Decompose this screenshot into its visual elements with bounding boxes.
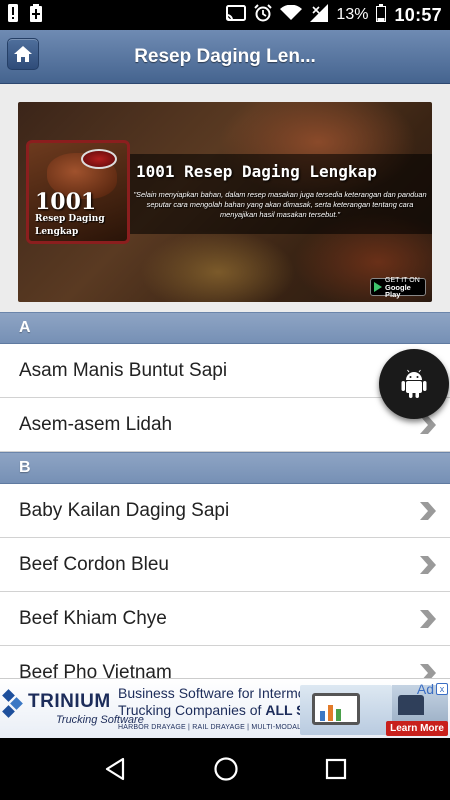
chevron-right-icon: [420, 664, 436, 678]
list-item-label: Asam Manis Buntut Sapi: [19, 359, 228, 381]
app-banner: 1001 Resep Daging Lengkap 1001 Resep Dag…: [18, 102, 432, 302]
section-header-a: A: [0, 312, 450, 344]
cast-icon: [226, 4, 247, 26]
banner-cover-line2: Lengkap: [35, 227, 79, 237]
banner-cover-number: 1001: [35, 189, 97, 215]
home-button[interactable]: [7, 38, 39, 70]
alarm-icon: [254, 3, 273, 27]
status-bar: 13% 10:57: [0, 0, 450, 30]
page-title: Resep Daging Len...: [134, 45, 316, 67]
android-fab-button[interactable]: [379, 349, 449, 419]
alert-icon: [8, 3, 18, 27]
wifi-icon: [280, 4, 303, 26]
app-bar: Resep Daging Len...: [0, 30, 450, 84]
chevron-right-icon: [420, 610, 436, 628]
recents-icon[interactable]: [325, 758, 347, 780]
list-item[interactable]: Beef Pho Vietnam: [0, 646, 450, 678]
android-icon: [401, 369, 427, 398]
trinium-logo: [2, 689, 23, 718]
signal-icon: [310, 3, 329, 27]
ad-headline: Business Software for Intermodal: [118, 685, 325, 701]
battery-percent: 13%: [336, 6, 369, 23]
store-line2: Google Play: [385, 282, 411, 299]
ad-choices[interactable]: Ad x: [417, 681, 448, 697]
ad-close-icon[interactable]: x: [436, 683, 448, 695]
list-item[interactable]: Asem-asem Lidah: [0, 398, 450, 452]
list-item-label: Beef Cordon Bleu: [19, 553, 169, 575]
google-play-badge: GET IT ON Google Play: [370, 277, 426, 299]
chevron-right-icon: [420, 556, 436, 574]
list-item-label: Beef Pho Vietnam: [19, 661, 172, 679]
list-item[interactable]: Baby Kailan Daging Sapi: [0, 484, 450, 538]
ad-learn-more-button[interactable]: Learn More: [386, 721, 448, 736]
ad-brand: TRINIUM: [28, 691, 111, 712]
list-item[interactable]: Beef Cordon Bleu: [0, 538, 450, 592]
home-icon: [14, 46, 32, 62]
banner-cover: 1001 Resep Daging Lengkap: [26, 140, 130, 244]
ad-banner[interactable]: TRINIUM Trucking Software Business Softw…: [0, 678, 450, 738]
list-item[interactable]: Beef Khiam Chye: [0, 592, 450, 646]
chevron-right-icon: [420, 502, 436, 520]
banner-title: 1001 Resep Daging Lengkap: [136, 162, 377, 181]
back-icon[interactable]: [103, 757, 127, 781]
banner-quote: "Selain menyiapkan bahan, dalam resep ma…: [133, 190, 427, 219]
list-item-label: Baby Kailan Daging Sapi: [19, 499, 230, 521]
section-header-b: B: [0, 452, 450, 484]
play-store-icon: [374, 282, 382, 292]
ad-label: Ad: [416, 681, 434, 697]
home-nav-icon[interactable]: [213, 756, 239, 782]
clock: 10:57: [394, 4, 442, 25]
system-nav-bar: [0, 738, 450, 800]
ad-image: [300, 685, 392, 735]
list-item-label: Beef Khiam Chye: [19, 607, 167, 629]
battery-icon: [376, 3, 387, 27]
banner-cover-line1: Resep Daging: [35, 214, 105, 224]
battery-charging-icon: [30, 3, 42, 27]
list-item-label: Asem-asem Lidah: [19, 413, 173, 435]
